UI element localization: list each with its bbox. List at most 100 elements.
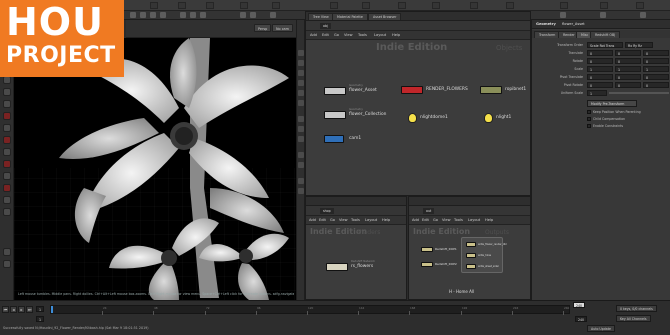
display-option-icon[interactable] [298, 80, 304, 86]
render-tool-icon[interactable] [3, 184, 11, 192]
end-frame-marker[interactable]: 240 [573, 302, 586, 308]
transform-order-select[interactable]: Scale Rot Trans [587, 42, 623, 48]
shelf-tool-icon[interactable] [250, 12, 256, 18]
menu-view[interactable]: View [344, 32, 353, 39]
top-tab[interactable] [636, 2, 644, 9]
light-bulb-icon[interactable] [484, 113, 493, 123]
node-body[interactable] [324, 111, 346, 119]
rotate-x-field[interactable]: 0 [587, 58, 613, 64]
display-tool-icon[interactable] [3, 208, 11, 216]
node-body[interactable] [421, 247, 433, 252]
shelf-tool-icon[interactable] [180, 12, 186, 18]
auto-update-button[interactable]: Auto Update [587, 325, 615, 332]
node-body[interactable] [480, 86, 502, 94]
menu-layout[interactable]: Layout [374, 32, 386, 39]
menu-edit[interactable]: Edit [422, 217, 429, 224]
node-body[interactable] [326, 263, 348, 271]
top-tab[interactable] [470, 2, 478, 9]
menu-layout[interactable]: Layout [365, 217, 377, 224]
display-option-icon[interactable] [298, 60, 304, 66]
display-option-icon[interactable] [298, 162, 304, 168]
end-frame-field[interactable]: 240 [575, 316, 588, 322]
ghost-tool-icon[interactable] [3, 248, 11, 256]
top-tab[interactable] [150, 2, 158, 9]
top-tab[interactable] [206, 2, 214, 9]
display-option-icon[interactable] [298, 126, 304, 132]
scene-viewport[interactable]: Left mouse tumbles. Middle pans. Right d… [14, 38, 296, 300]
scale-x-field[interactable]: 1 [587, 66, 613, 72]
start-frame-field[interactable]: 1 [36, 316, 45, 322]
tab-transform[interactable]: Transform [534, 31, 561, 38]
network-editor-canvas[interactable]: Indie Edition Shaders Redshift Network r… [306, 225, 406, 299]
uniform-scale-slider[interactable] [609, 92, 669, 94]
shelf-tool-icon[interactable] [150, 12, 156, 18]
node-body[interactable] [324, 87, 346, 95]
pivot-z-field[interactable]: 0 [643, 74, 669, 80]
tab-tree-view[interactable]: Tree View [308, 13, 334, 20]
top-tab[interactable] [272, 2, 280, 9]
rotate-tool-icon[interactable] [3, 76, 11, 84]
shelf-tool-icon[interactable] [560, 12, 566, 18]
top-tab[interactable] [600, 2, 608, 9]
network-editor-canvas[interactable]: Indie Edition Outputs Redshift_ROP1 Reds… [409, 225, 530, 299]
key-all-channels-button[interactable]: Key All Channels [616, 315, 651, 322]
menu-edit[interactable]: Edit [319, 217, 326, 224]
tab-redshift-obj[interactable]: Redshift OBJ [590, 31, 621, 38]
display-option-icon[interactable] [298, 116, 304, 122]
menu-layout[interactable]: Layout [468, 217, 480, 224]
top-tab[interactable] [178, 2, 186, 9]
view-tool-icon[interactable] [3, 124, 11, 132]
display-option-icon[interactable] [298, 136, 304, 142]
display-option-icon[interactable] [298, 188, 304, 194]
scale-y-field[interactable]: 1 [615, 66, 641, 72]
scale-z-field[interactable]: 1 [643, 66, 669, 72]
top-tab[interactable] [506, 2, 514, 9]
menu-add[interactable]: Add [310, 32, 317, 39]
node-body[interactable] [466, 242, 476, 247]
display-option-icon[interactable] [298, 100, 304, 106]
play-icon[interactable]: ▸ [18, 306, 25, 313]
shelf-tool-icon[interactable] [160, 12, 166, 18]
menu-help[interactable]: Help [382, 217, 390, 224]
network-box[interactable]: write_flower_render_dbl write_hires writ… [461, 237, 507, 273]
translate-y-field[interactable]: 0 [615, 50, 641, 56]
enable-constraints-checkbox[interactable] [587, 124, 591, 128]
pose-tool-icon[interactable] [3, 112, 11, 120]
handle-tool-icon[interactable] [3, 100, 11, 108]
snap-tool-icon[interactable] [3, 136, 11, 144]
menu-view[interactable]: View [442, 217, 451, 224]
pivot-y-field[interactable]: 0 [615, 74, 641, 80]
menu-view[interactable]: View [339, 217, 348, 224]
tab-asset-browser[interactable]: Asset Browser [368, 13, 402, 20]
top-tab[interactable] [362, 2, 370, 9]
menu-add[interactable]: Add [309, 217, 316, 224]
network-path-field[interactable]: out [423, 208, 435, 214]
child-compensation-checkbox[interactable] [587, 117, 591, 121]
menu-help[interactable]: Help [392, 32, 400, 39]
light-tool-icon[interactable] [3, 196, 11, 204]
display-option-icon[interactable] [298, 50, 304, 56]
network-path-field[interactable]: obj [320, 23, 331, 29]
lock-tool-icon[interactable] [3, 260, 11, 268]
node-body[interactable] [466, 253, 476, 258]
param-node-name[interactable]: flower_Asset [562, 21, 585, 28]
camera-node-icon[interactable] [324, 135, 344, 143]
pivot-x-field[interactable]: 0 [587, 74, 613, 80]
shelf-tool-icon[interactable] [200, 12, 206, 18]
first-frame-icon[interactable]: ⏮ [2, 306, 9, 313]
node-body[interactable] [401, 86, 423, 94]
menu-tools[interactable]: Tools [358, 32, 367, 39]
modify-pre-transform-menu[interactable]: Modify Pre-Transform [587, 100, 637, 107]
keep-position-checkbox[interactable] [587, 110, 591, 114]
grid-tool-icon[interactable] [3, 148, 11, 156]
pivot-rot-x-field[interactable]: 0 [587, 82, 613, 88]
camera-tool-icon[interactable] [3, 172, 11, 180]
menu-go[interactable]: Go [334, 32, 339, 39]
rotate-z-field[interactable]: 0 [643, 58, 669, 64]
menu-tools[interactable]: Tools [351, 217, 360, 224]
step-back-icon[interactable]: ◂ [10, 306, 17, 313]
camera-menu-button[interactable]: No cam [272, 24, 293, 32]
pivot-rot-y-field[interactable]: 0 [615, 82, 641, 88]
translate-z-field[interactable]: 0 [643, 50, 669, 56]
light-bulb-icon[interactable] [408, 113, 417, 123]
